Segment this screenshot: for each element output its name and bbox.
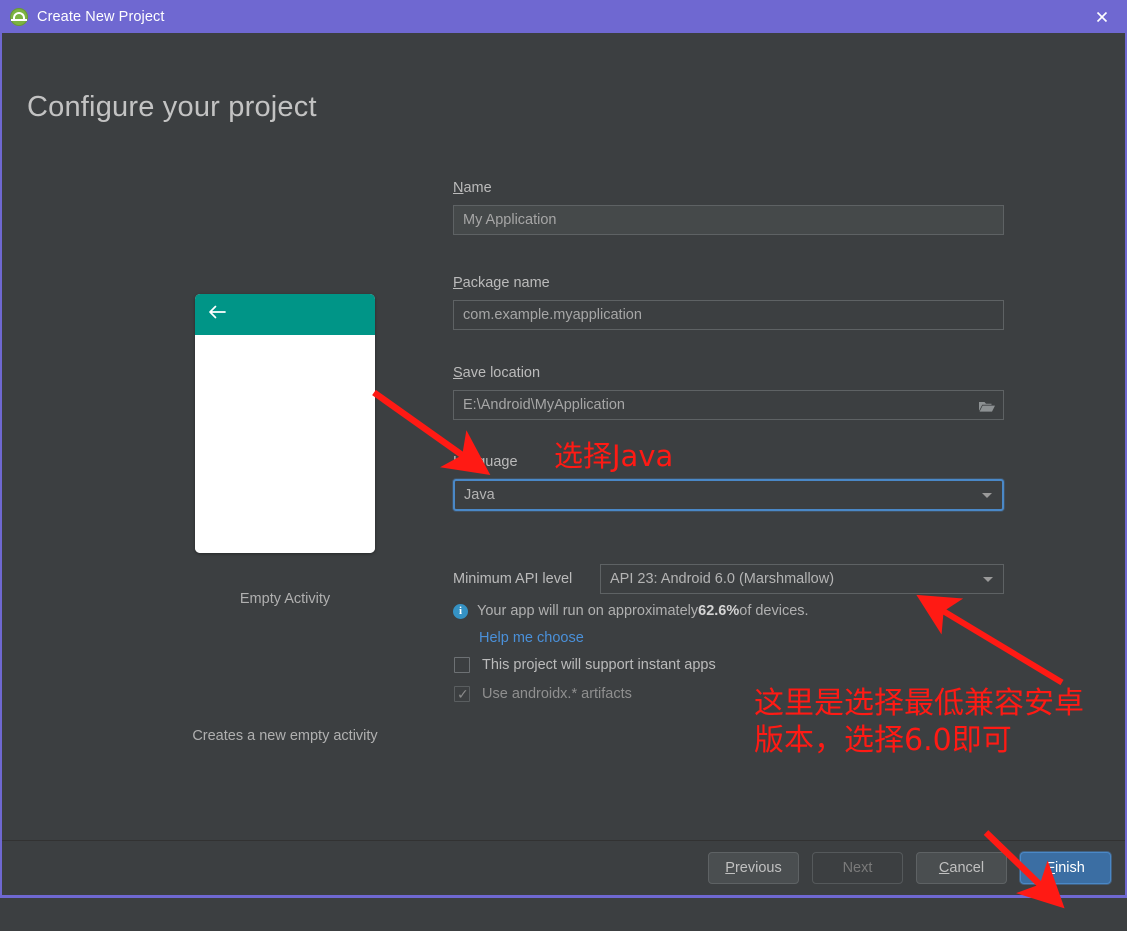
preview-appbar: [195, 294, 375, 335]
page-title: Configure your project: [27, 91, 317, 123]
min-api-label: Minimum API level: [453, 571, 573, 587]
previous-button-label: revious: [734, 860, 782, 876]
window-titlebar: Create New Project: [2, 0, 1125, 33]
create-new-project-dialog: Create New Project Configure your projec…: [0, 0, 1127, 909]
name-input-value: My Application: [463, 212, 557, 228]
package-label-mnemonic: P: [453, 275, 463, 291]
save-location-label-mnemonic: S: [453, 365, 463, 381]
package-label-rest: ackage name: [462, 275, 550, 291]
preview-content-area: [195, 335, 375, 553]
name-label-mnemonic: N: [453, 180, 464, 196]
info-icon: i: [453, 603, 468, 619]
language-dropdown[interactable]: Java: [453, 479, 1004, 511]
save-location-label-rest: ave location: [462, 365, 541, 381]
devices-coverage-info: i Your app will run on approximately 62.…: [453, 603, 809, 619]
language-label-mnemonic: L: [453, 454, 462, 470]
arrow-to-min-api: [916, 594, 1064, 686]
instant-apps-label: This project will support instant apps: [482, 657, 716, 673]
annotation-min-api: 这里是选择最低兼容安卓 版本，选择6.0即可: [754, 686, 1084, 759]
save-location-input-value: E:\Android\MyApplication: [463, 397, 625, 413]
close-icon[interactable]: [1079, 0, 1125, 33]
next-button: Next: [812, 852, 903, 884]
language-label-rest: anguage: [461, 454, 518, 470]
finish-button-label: inish: [1055, 860, 1085, 876]
previous-button[interactable]: Previous: [708, 852, 799, 884]
save-location-input[interactable]: E:\Android\MyApplication: [453, 390, 1004, 420]
androidx-checkbox-row: ✓ Use androidx.* artifacts: [454, 686, 632, 702]
package-field-group: Package name com.example.myapplication: [453, 275, 1004, 330]
name-input[interactable]: My Application: [453, 205, 1004, 235]
android-studio-icon: [10, 7, 28, 26]
cancel-button-label: ancel: [949, 860, 985, 876]
package-input[interactable]: com.example.myapplication: [453, 300, 1004, 330]
window-title: Create New Project: [37, 8, 165, 25]
devices-info-percent: 62.6%: [698, 603, 740, 619]
androidx-label: Use androidx.* artifacts: [482, 686, 632, 702]
dialog-body: Configure your project Empty Activity Cr…: [2, 33, 1125, 909]
help-me-choose-link[interactable]: Help me choose: [479, 630, 584, 646]
package-label: Package name: [453, 275, 1004, 291]
check-icon: ✓: [457, 686, 469, 702]
folder-icon[interactable]: [971, 392, 1002, 420]
name-label: Name: [453, 180, 1004, 196]
previous-button-mnemonic: P: [725, 860, 735, 876]
dialog-footer: Previous Next Cancel Finish: [2, 840, 1125, 895]
template-preview-card: [195, 294, 375, 553]
language-dropdown-value: Java: [464, 487, 495, 503]
finish-button-mnemonic: F: [1046, 860, 1056, 876]
annotation-select-java: 选择Java: [554, 439, 674, 473]
devices-info-prefix: Your app will run on approximately: [477, 603, 699, 619]
chevron-down-icon: [983, 577, 993, 582]
finish-button[interactable]: Finish: [1020, 852, 1111, 884]
annotation-min-api-line2: 版本，选择6.0即可: [754, 722, 1012, 758]
next-button-label: Next: [842, 860, 873, 876]
instant-apps-checkbox-row[interactable]: This project will support instant apps: [454, 657, 716, 673]
template-description: Creates a new empty activity: [192, 728, 378, 744]
cancel-button-mnemonic: C: [938, 860, 950, 876]
language-label: Language: [453, 454, 1004, 470]
arrow-left-icon: [207, 304, 227, 325]
androidx-checkbox: ✓: [454, 686, 470, 702]
save-location-field-group: Save location E:\Android\MyApplication: [453, 365, 1004, 420]
devices-info-suffix: of devices.: [739, 603, 809, 619]
min-api-dropdown[interactable]: API 23: Android 6.0 (Marshmallow): [600, 564, 1004, 594]
annotation-min-api-line1: 这里是选择最低兼容安卓: [754, 686, 1084, 721]
instant-apps-checkbox[interactable]: [454, 657, 470, 673]
save-location-label: Save location: [453, 365, 1004, 381]
name-label-rest: ame: [463, 180, 492, 196]
min-api-dropdown-value: API 23: Android 6.0 (Marshmallow): [610, 571, 835, 587]
package-input-value: com.example.myapplication: [463, 307, 642, 323]
name-field-group: Name My Application: [453, 180, 1004, 235]
chevron-down-icon: [982, 493, 992, 498]
language-field-group: Language Java: [453, 454, 1004, 511]
min-api-row: Minimum API level API 23: Android 6.0 (M…: [453, 564, 1004, 594]
cancel-button[interactable]: Cancel: [916, 852, 1007, 884]
